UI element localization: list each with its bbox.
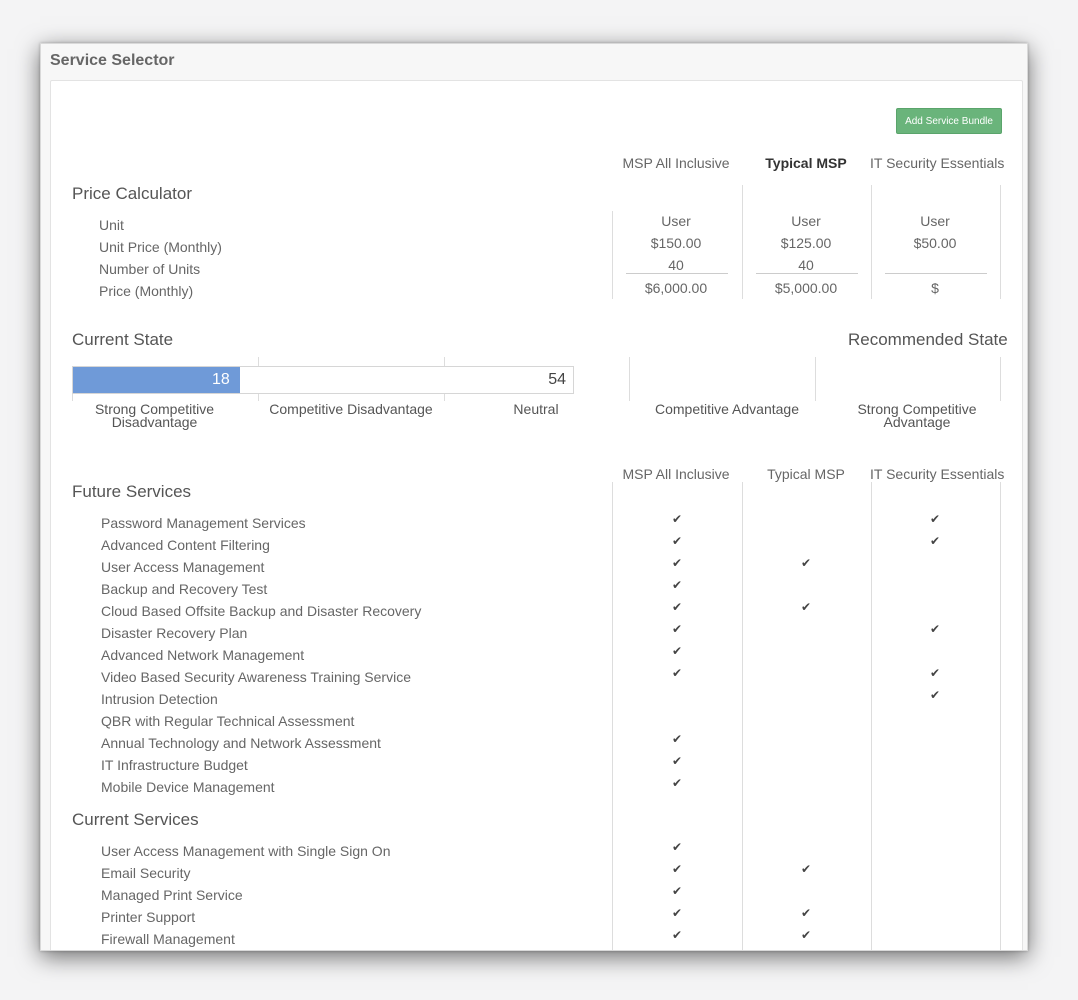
service-label: User Access Management — [101, 559, 265, 575]
current-state-end-value: 54 — [548, 371, 566, 388]
state-label-advantage: Competitive Advantage — [655, 401, 799, 417]
services-divider — [612, 482, 613, 950]
checkmark-icon: ✔ — [800, 928, 812, 942]
price-monthly-value: $5,000.00 — [774, 280, 838, 296]
service-label: Password Management Services — [101, 515, 306, 531]
checkmark-icon: ✔ — [671, 732, 683, 746]
services-bundle-header-msp-all-inclusive: MSP All Inclusive — [622, 466, 730, 482]
service-label: Advanced Content Filtering — [101, 537, 270, 553]
service-label: Advanced Network Management — [101, 647, 305, 663]
price-unit-price-value: $125.00 — [780, 235, 832, 251]
service-label: Backup and Recovery Test — [101, 581, 268, 597]
checkmark-icon: ✔ — [671, 622, 683, 636]
services-divider — [742, 482, 743, 950]
price-unit-price-value: $50.00 — [913, 235, 957, 251]
input-underline — [756, 273, 858, 274]
state-label-strong-disadvantage: Strong Competitive Disadvantage — [94, 401, 215, 430]
competitive-state-bar: 18 54 — [72, 366, 574, 394]
checkmark-icon: ✔ — [929, 688, 941, 702]
checkmark-icon: ✔ — [671, 776, 683, 790]
divider — [1000, 185, 1001, 299]
service-selector-panel: Add Service Bundle MSP All Inclusive Typ… — [50, 80, 1023, 950]
service-selector-window: Service Selector Add Service Bundle MSP … — [40, 43, 1028, 951]
bundle-header-msp-all-inclusive[interactable]: MSP All Inclusive — [617, 155, 735, 171]
service-label: QBR with Regular Technical Assessment — [101, 713, 355, 729]
checkmark-icon: ✔ — [929, 666, 941, 680]
services-divider — [1000, 482, 1001, 950]
checkmark-icon: ✔ — [929, 622, 941, 636]
checkmark-icon: ✔ — [800, 906, 812, 920]
divider — [871, 185, 872, 299]
state-label-disadvantage: Competitive Disadvantage — [269, 401, 433, 417]
bundle-header-typical-msp[interactable]: Typical MSP — [747, 155, 865, 171]
checkmark-icon: ✔ — [671, 840, 683, 854]
checkmark-icon: ✔ — [671, 534, 683, 548]
price-unit-value: User — [920, 213, 950, 229]
service-label: Cloud Based Offsite Backup and Disaster … — [101, 603, 422, 619]
window-title: Service Selector — [50, 52, 175, 69]
bundle-header-it-security-essentials[interactable]: IT Security Essentials — [870, 155, 1004, 171]
input-underline — [626, 273, 728, 274]
current-state-title: Current State — [72, 330, 174, 349]
checkmark-icon: ✔ — [671, 644, 683, 658]
checkmark-icon: ✔ — [671, 512, 683, 526]
service-label: Intrusion Detection — [101, 691, 218, 707]
future-services-title: Future Services — [72, 482, 192, 501]
checkmark-icon: ✔ — [671, 666, 683, 680]
service-label: Email Security — [101, 865, 191, 881]
checkmark-icon: ✔ — [671, 578, 683, 592]
checkmark-icon: ✔ — [800, 862, 812, 876]
scale-tick — [629, 357, 630, 401]
services-bundle-header-it-security-essentials: IT Security Essentials — [870, 466, 1005, 482]
service-label: Video Based Security Awareness Training … — [101, 669, 411, 685]
price-monthly-value: $6,000.00 — [644, 280, 708, 296]
price-row-label-unit-price: Unit Price (Monthly) — [99, 239, 222, 255]
service-label: Firewall Management — [101, 931, 235, 947]
checkmark-icon: ✔ — [671, 600, 683, 614]
scale-tick — [1000, 357, 1001, 401]
service-label: User Access Management with Single Sign … — [101, 843, 391, 859]
price-unit-price-value: $150.00 — [650, 235, 702, 251]
price-row-label-price: Price (Monthly) — [99, 283, 194, 299]
divider — [612, 211, 613, 299]
number-of-units-input[interactable]: 40 — [751, 257, 861, 273]
checkmark-icon: ✔ — [671, 862, 683, 876]
service-label: Printer Support — [101, 909, 196, 925]
current-services-title: Current Services — [72, 810, 199, 829]
services-bundle-header-typical-msp: Typical MSP — [767, 466, 845, 482]
recommended-state-title: Recommended State — [848, 330, 1008, 349]
scale-tick — [815, 357, 816, 401]
add-service-bundle-button[interactable]: Add Service Bundle — [896, 108, 1002, 134]
price-monthly-value: $ — [931, 280, 939, 296]
services-divider — [871, 482, 872, 950]
service-label: IT Infrastructure Budget — [101, 757, 248, 773]
checkmark-icon: ✔ — [671, 556, 683, 570]
divider — [742, 185, 743, 299]
current-state-value: 18 — [212, 371, 230, 388]
checkmark-icon: ✔ — [800, 600, 812, 614]
service-label: Annual Technology and Network Assessment — [101, 735, 381, 751]
input-underline — [885, 273, 987, 274]
state-label-neutral: Neutral — [513, 401, 559, 417]
checkmark-icon: ✔ — [800, 556, 812, 570]
price-calculator-title: Price Calculator — [72, 184, 192, 203]
service-label: Mobile Device Management — [101, 779, 275, 795]
checkmark-icon: ✔ — [671, 884, 683, 898]
checkmark-icon: ✔ — [671, 906, 683, 920]
service-label: Managed Print Service — [101, 887, 243, 903]
price-row-label-unit: Unit — [99, 217, 124, 233]
service-label: Disaster Recovery Plan — [101, 625, 248, 641]
checkmark-icon: ✔ — [929, 534, 941, 548]
price-row-label-number-of-units: Number of Units — [99, 261, 201, 277]
state-label-strong-advantage: Strong Competitive Advantage — [857, 401, 977, 430]
number-of-units-input[interactable]: 40 — [621, 257, 731, 273]
checkmark-icon: ✔ — [671, 928, 683, 942]
checkmark-icon: ✔ — [671, 754, 683, 768]
price-unit-value: User — [661, 213, 691, 229]
checkmark-icon: ✔ — [929, 512, 941, 526]
price-unit-value: User — [791, 213, 821, 229]
